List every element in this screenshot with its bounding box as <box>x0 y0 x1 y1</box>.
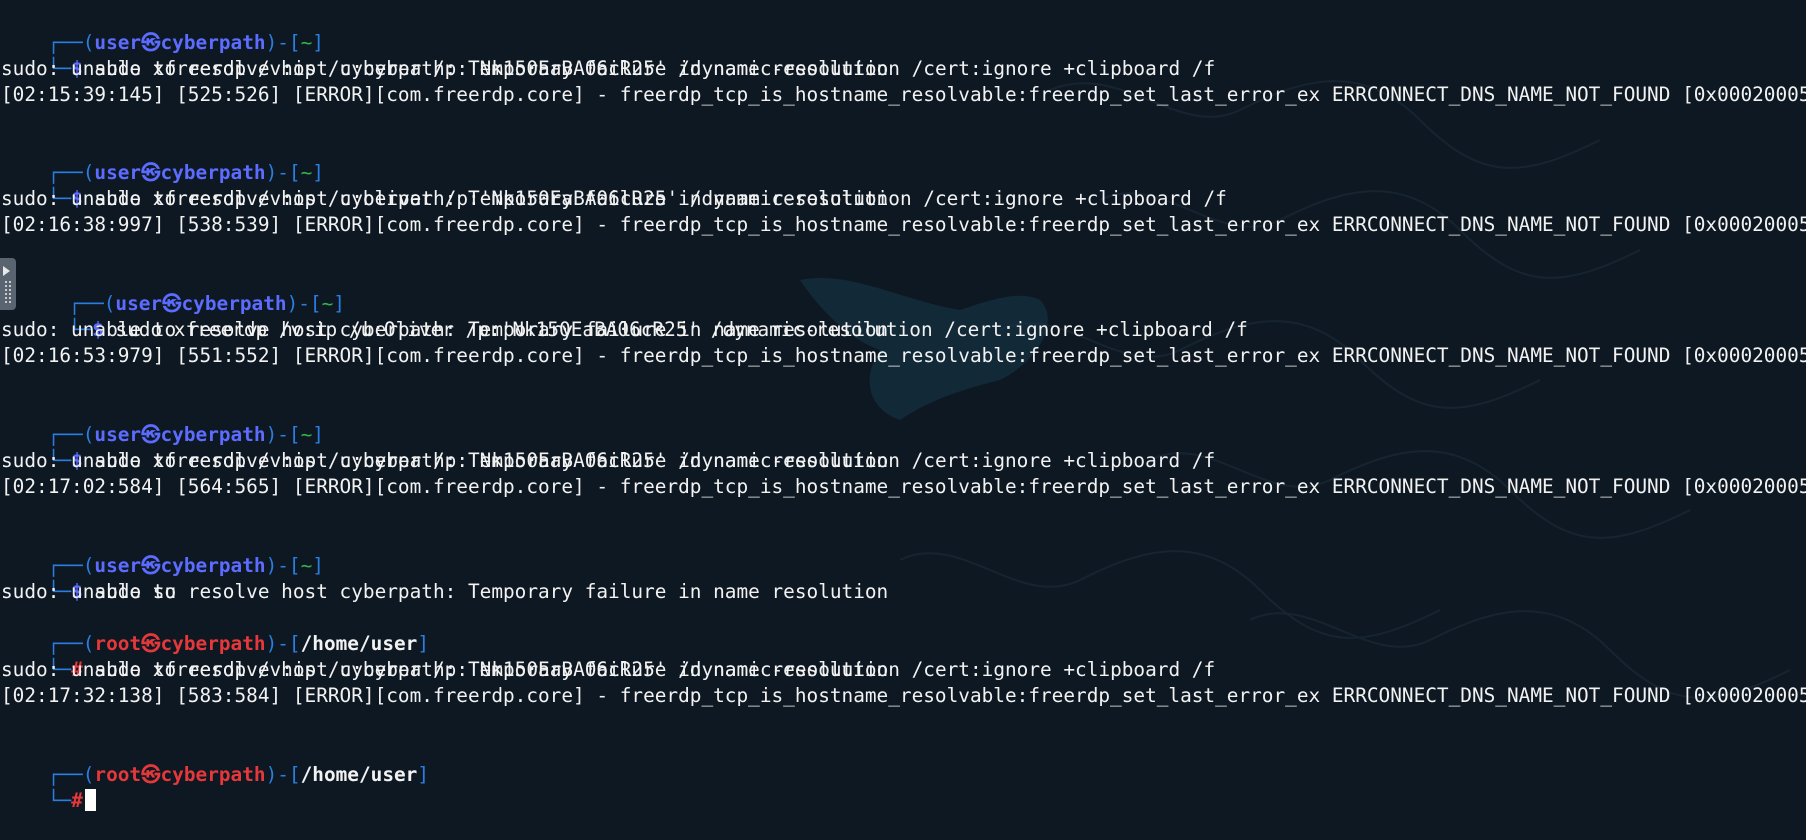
command-line-3: └─$ sudo xfreerdp /v:ip /u:Oliver /p:'Nk… <box>22 291 1248 341</box>
prompt-line-6: ┌──(root㉿cyberpath)-[/home/user] <box>1 605 429 655</box>
expand-arrow-icon <box>3 266 10 276</box>
terminal-window[interactable]: ┌──(user㉿cyberpath)-[~] └─$ sudo xfreerd… <box>0 0 1806 812</box>
prompt-frame: ] <box>417 763 430 786</box>
prompt-line-5: ┌──(user㉿cyberpath)-[~] <box>1 527 324 577</box>
output-line: sudo: unable to resolve host cyberpath: … <box>1 57 889 80</box>
output-line: sudo: unable to resolve host cyberpath: … <box>1 658 889 681</box>
output-line: [02:15:39:145] [525:526] [ERROR][com.fre… <box>1 83 1806 106</box>
output-line: sudo: unable to resolve host cyberpath: … <box>1 187 889 210</box>
prompt-host: cyberpath <box>160 554 266 577</box>
prompt-frame: )-[ <box>265 763 301 786</box>
command-line-6: └─# sudo xfreerdp /v:ip /u:cyber /p:'Nk1… <box>1 631 1215 681</box>
prompt-frame: ] <box>312 554 324 577</box>
prompt-line-4: ┌──(user㉿cyberpath)-[~] <box>1 396 324 446</box>
output-line: [02:17:32:138] [583:584] [ERROR][com.fre… <box>1 684 1806 707</box>
output-line: sudo: unable to resolve host cyberpath: … <box>1 449 889 472</box>
active-command-line[interactable]: └─# <box>1 762 96 812</box>
prompt-line-2: ┌──(user㉿cyberpath)-[~] <box>1 134 324 184</box>
prompt-frame: )-[ <box>265 554 301 577</box>
output-line: [02:16:38:997] [538:539] [ERROR][com.fre… <box>1 213 1806 236</box>
prompt-path: /home/user <box>300 763 418 786</box>
prompt-line-7: ┌──(root㉿cyberpath)-[/home/user] <box>1 736 429 786</box>
prompt-path: ~ <box>300 554 313 577</box>
prompt-char: # <box>71 789 83 812</box>
output-line: sudo: unable to resolve host cyberpath: … <box>1 318 889 341</box>
sidebar-expand-handle[interactable] <box>0 258 16 310</box>
prompt-frame: └─ <box>47 789 72 812</box>
prompt-host: cyberpath <box>160 763 266 786</box>
output-line: [02:17:02:584] [564:565] [ERROR][com.fre… <box>1 475 1806 498</box>
block-cursor-icon[interactable] <box>84 789 96 811</box>
prompt-line-3: ┌──(user㉿cyberpath)-[~] <box>22 265 345 315</box>
grip-dots-icon <box>4 280 12 304</box>
prompt-user: root <box>94 763 142 786</box>
prompt-line-1: ┌──(user㉿cyberpath)-[~] <box>1 4 324 54</box>
command-line-1: └─$ sudo xfreerdp /v:ip /u:cyber /p:'Nk1… <box>1 30 1215 80</box>
output-line: sudo: unable to resolve host cyberpath: … <box>1 580 889 603</box>
command-line-2: └─$ sudo xfreerdp /v:ip /u:oliver /p:'Nk… <box>1 160 1227 210</box>
command-line-4: └─$ sudo xfreerdp /v:ip /u:cyber /p:'Nk1… <box>1 422 1215 472</box>
output-line: [02:16:53:979] [551:552] [ERROR][com.fre… <box>1 344 1806 367</box>
command-line-5: └─$ sudo su <box>1 553 176 603</box>
prompt-at-symbol: ㉿ <box>141 763 161 786</box>
